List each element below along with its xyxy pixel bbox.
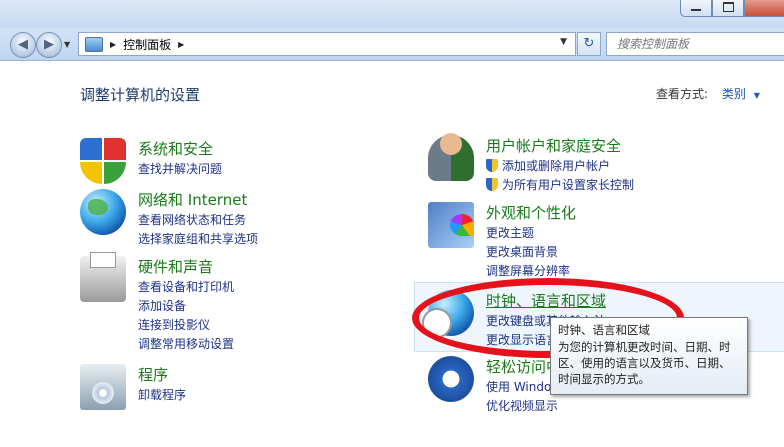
breadcrumb-control-panel[interactable]: 控制面板 xyxy=(123,36,171,53)
breadcrumb-chevron-icon[interactable]: ▶ xyxy=(178,40,184,49)
breadcrumb-chevron-icon[interactable]: ▶ xyxy=(110,40,116,49)
view-by: 查看方式: 类别 ▼ xyxy=(656,85,760,102)
link-troubleshoot[interactable]: 查找并解决问题 xyxy=(138,160,222,179)
address-toolbar: ◀ ▶ ▼ ▶ 控制面板 ▶ ▼ ↻ xyxy=(0,28,784,61)
search-input[interactable] xyxy=(615,36,779,52)
chevron-down-icon[interactable]: ▼ xyxy=(754,91,760,100)
tooltip-title: 时钟、语言和区域 xyxy=(558,323,650,337)
uac-shield-icon xyxy=(486,159,498,172)
network-globe-icon[interactable] xyxy=(80,189,126,235)
link-uninstall-program[interactable]: 卸载程序 xyxy=(138,386,186,405)
maximize-button[interactable] xyxy=(712,0,744,17)
category-title[interactable]: 程序 xyxy=(138,364,168,385)
program-disc-icon[interactable] xyxy=(80,364,126,410)
uac-shield-icon xyxy=(486,178,498,191)
address-dropdown-icon[interactable]: ▼ xyxy=(560,37,567,47)
close-button[interactable] xyxy=(744,0,784,17)
category-title[interactable]: 系统和安全 xyxy=(138,138,213,159)
back-arrow-icon: ◀ xyxy=(18,37,28,52)
tooltip: 时钟、语言和区域 为您的计算机更改时间、日期、时区、使用的语言以及货币、日期、时… xyxy=(550,317,748,395)
link-parental-controls[interactable]: 为所有用户设置家长控制 xyxy=(486,176,634,195)
forward-arrow-icon: ▶ xyxy=(44,37,54,52)
view-by-label: 查看方式: xyxy=(656,87,709,101)
link-change-theme[interactable]: 更改主题 xyxy=(486,224,570,243)
forward-button[interactable]: ▶ xyxy=(36,32,62,58)
link-projector[interactable]: 连接到投影仪 xyxy=(138,316,234,335)
search-box[interactable] xyxy=(606,32,784,56)
link-add-device[interactable]: 添加设备 xyxy=(138,297,234,316)
printer-icon[interactable] xyxy=(80,252,126,302)
refresh-icon: ↻ xyxy=(583,36,595,51)
ease-of-access-icon[interactable] xyxy=(428,356,474,402)
tooltip-description: 为您的计算机更改时间、日期、时区、使用的语言以及货币、日期、时间显示的方式。 xyxy=(558,340,731,386)
window-titlebar xyxy=(0,0,784,28)
page-title: 调整计算机的设置 xyxy=(80,86,201,104)
refresh-button[interactable]: ↻ xyxy=(577,32,601,56)
recent-pages-dropdown[interactable]: ▼ xyxy=(64,40,70,49)
category-title[interactable]: 网络和 Internet xyxy=(138,189,247,210)
link-optimize-display[interactable]: 优化视频显示 xyxy=(486,397,631,416)
security-shield-icon[interactable] xyxy=(80,138,126,184)
users-icon[interactable] xyxy=(428,133,474,181)
category-title[interactable]: 用户帐户和家庭安全 xyxy=(486,135,621,156)
control-panel-icon xyxy=(85,36,103,52)
link-homegroup[interactable]: 选择家庭组和共享选项 xyxy=(138,230,258,249)
link-add-remove-accounts[interactable]: 添加或删除用户帐户 xyxy=(486,157,634,176)
view-by-dropdown[interactable]: 类别 xyxy=(722,87,746,101)
maximize-icon xyxy=(722,2,734,12)
link-network-status[interactable]: 查看网络状态和任务 xyxy=(138,211,258,230)
back-button[interactable]: ◀ xyxy=(10,32,36,58)
category-title[interactable]: 硬件和声音 xyxy=(138,256,213,277)
link-mobility-settings[interactable]: 调整常用移动设置 xyxy=(138,335,234,354)
link-desktop-background[interactable]: 更改桌面背景 xyxy=(486,243,570,262)
minimize-button[interactable] xyxy=(680,0,712,17)
category-title[interactable]: 外观和个性化 xyxy=(486,202,576,223)
window-controls xyxy=(680,0,784,17)
minimize-icon xyxy=(691,9,701,11)
appearance-icon[interactable] xyxy=(428,202,474,248)
link-devices-printers[interactable]: 查看设备和打印机 xyxy=(138,278,234,297)
address-field[interactable]: ▶ 控制面板 ▶ ▼ xyxy=(78,32,576,56)
